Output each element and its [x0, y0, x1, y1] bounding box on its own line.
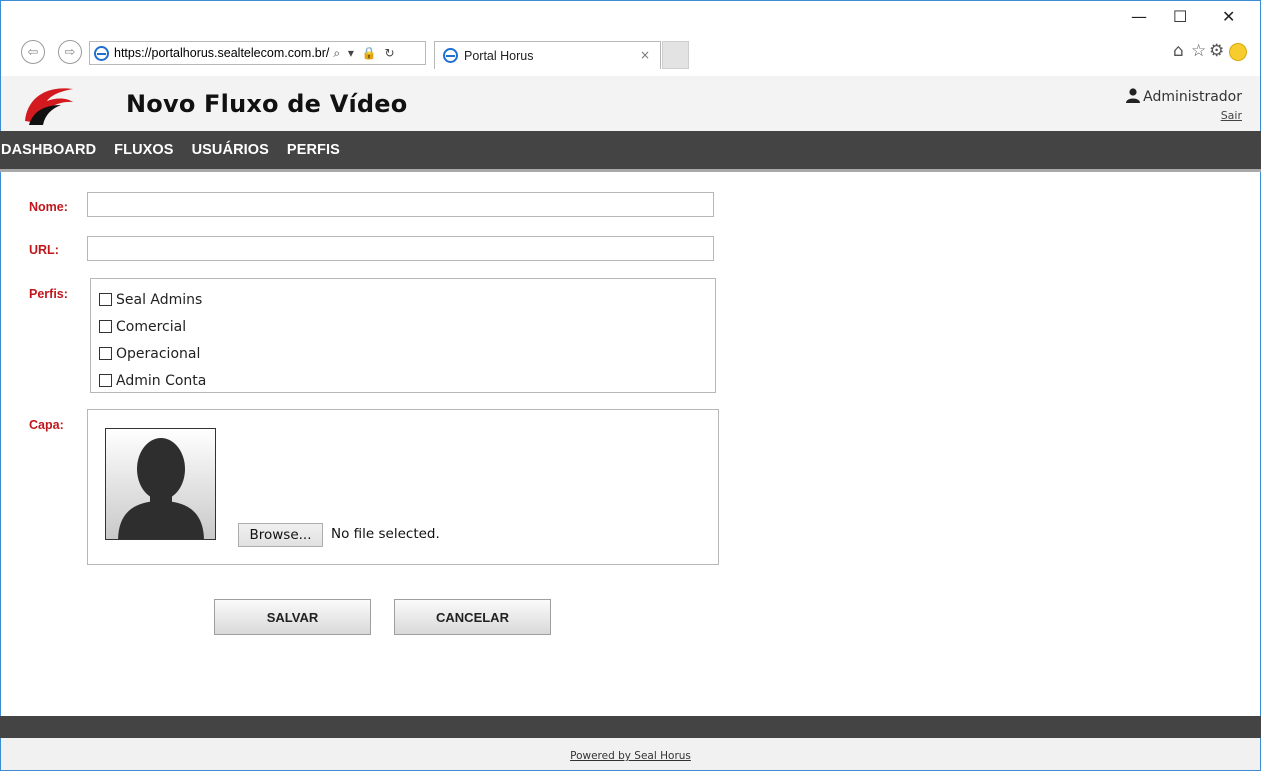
back-button[interactable]: ⇦ — [21, 40, 45, 64]
person-silhouette-icon — [118, 438, 204, 539]
settings-gear-icon[interactable]: ⚙ — [1209, 41, 1224, 61]
forward-button[interactable]: ⇨ — [58, 40, 82, 64]
menu-item-dashboard[interactable]: DASHBOARD — [1, 142, 96, 158]
address-url: https://portalhorus.sealtelecom.com.br/ — [114, 46, 330, 60]
save-button[interactable]: SALVAR — [214, 599, 371, 635]
user-info: Administrador — [1126, 88, 1242, 105]
feedback-smiley-icon[interactable] — [1229, 43, 1247, 61]
new-tab-button[interactable] — [662, 41, 689, 69]
browser-chrome: — ☐ ✕ ⇦ ⇨ https://portalhorus.sealteleco… — [0, 0, 1261, 76]
forward-arrow-icon: ⇨ — [64, 44, 76, 60]
powered-by-link[interactable]: Powered by Seal Horus — [570, 750, 691, 762]
file-status-text: No file selected. — [331, 526, 440, 542]
address-bar[interactable]: https://portalhorus.sealtelecom.com.br/ … — [89, 41, 426, 65]
perfil-checkbox-comercial[interactable]: Comercial — [91, 313, 715, 340]
capa-label: Capa: — [29, 418, 64, 432]
back-arrow-icon: ⇦ — [27, 44, 39, 60]
close-window-button[interactable]: ✕ — [1222, 7, 1235, 26]
url-label: URL: — [29, 243, 59, 257]
home-icon[interactable]: ⌂ — [1173, 41, 1184, 61]
url-input[interactable] — [87, 236, 714, 261]
footer-bar — [0, 716, 1261, 738]
cover-placeholder-image — [105, 428, 216, 540]
tab-close-icon[interactable]: × — [640, 48, 650, 62]
window-border-left — [0, 172, 1, 716]
menu-item-perfis[interactable]: PERFIS — [287, 142, 340, 158]
capa-upload-box: Browse... No file selected. — [87, 409, 719, 565]
browser-tab[interactable]: Portal Horus × — [434, 41, 661, 69]
browse-file-button[interactable]: Browse... — [238, 523, 323, 547]
perfil-label: Seal Admins — [116, 291, 203, 308]
logout-link[interactable]: Sair — [1221, 109, 1242, 122]
app-header: Novo Fluxo de Vídeo Administrador Sair — [0, 76, 1261, 131]
main-menu: DASHBOARD FLUXOS USUÁRIOS PERFIS — [0, 131, 1261, 172]
ie-tab-icon — [443, 48, 458, 63]
user-icon — [1126, 88, 1141, 103]
minimize-button[interactable]: — — [1131, 7, 1147, 26]
perfil-checkbox-seal-admins[interactable]: Seal Admins — [91, 286, 715, 313]
perfil-checkbox-admin-conta[interactable]: Admin Conta — [91, 367, 715, 394]
perfil-label: Operacional — [116, 345, 201, 362]
favorites-star-icon[interactable]: ☆ — [1191, 41, 1206, 61]
nome-input[interactable] — [87, 192, 714, 217]
user-name: Administrador — [1143, 89, 1242, 105]
perfis-checkbox-list: Seal Admins Comercial Operacional Admin … — [90, 278, 716, 393]
menu-item-usuarios[interactable]: USUÁRIOS — [192, 142, 269, 158]
checkbox[interactable] — [99, 374, 112, 387]
perfis-label: Perfis: — [29, 287, 68, 301]
footer: Powered by Seal Horus — [0, 738, 1261, 771]
menu-item-fluxos[interactable]: FLUXOS — [114, 142, 173, 158]
seal-logo-icon — [25, 88, 73, 125]
checkbox[interactable] — [99, 347, 112, 360]
nome-label: Nome: — [29, 200, 68, 214]
address-controls[interactable]: ⌕ ▾ 🔒 ↻ — [333, 46, 396, 61]
checkbox[interactable] — [99, 293, 112, 306]
checkbox[interactable] — [99, 320, 112, 333]
page-title: Novo Fluxo de Vídeo — [126, 90, 408, 118]
perfil-label: Comercial — [116, 318, 187, 335]
cancel-button[interactable]: CANCELAR — [394, 599, 551, 635]
perfil-checkbox-operacional[interactable]: Operacional — [91, 340, 715, 367]
perfil-label: Admin Conta — [116, 372, 207, 389]
ie-logo-icon — [94, 45, 109, 61]
tab-title: Portal Horus — [464, 48, 534, 63]
maximize-button[interactable]: ☐ — [1173, 7, 1187, 26]
